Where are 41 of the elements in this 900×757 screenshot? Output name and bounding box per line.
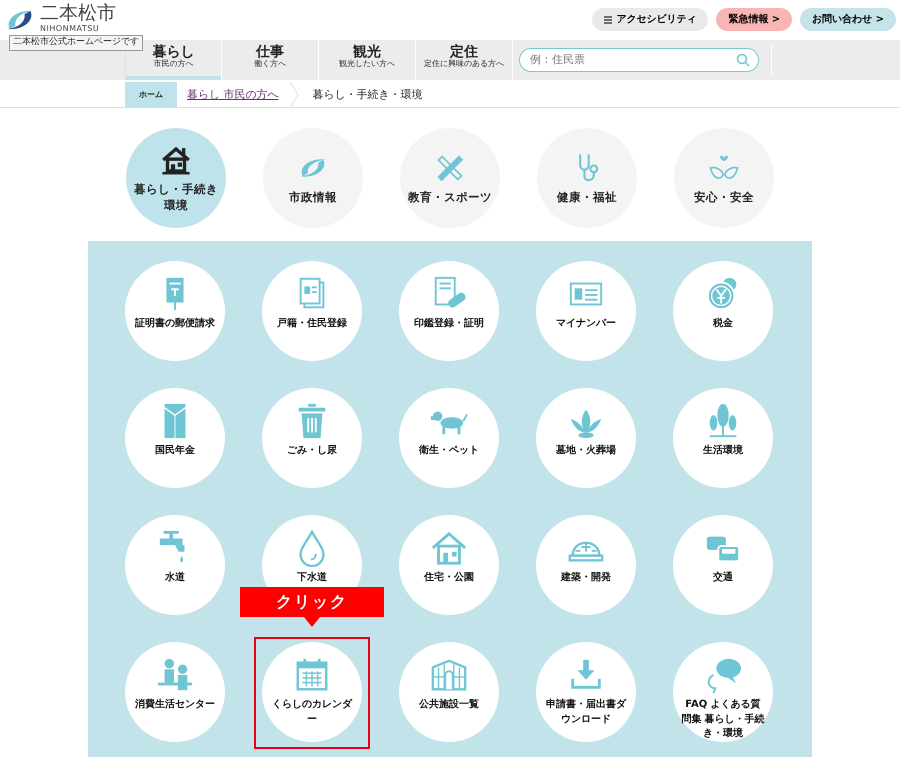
category-button[interactable]: 市政情報: [263, 128, 363, 228]
menu-tile[interactable]: 住宅・公園: [399, 515, 499, 615]
menu-tile[interactable]: ごみ・し尿: [262, 388, 362, 488]
nav-tab[interactable]: 仕事 働く方へ: [222, 40, 319, 80]
category-button[interactable]: 健康・福祉: [537, 128, 637, 228]
nav-tab[interactable]: 観光 観光したい方へ: [319, 40, 416, 80]
menu-tile[interactable]: 公共施設一覧: [399, 642, 499, 742]
menu-tile[interactable]: 印鑑登録・証明: [399, 261, 499, 361]
search-input[interactable]: 例：住民票: [528, 50, 728, 70]
house-icon: [430, 529, 468, 567]
emergency-button[interactable]: 緊急情報 >: [716, 8, 792, 31]
menu-tile[interactable]: FAQ よくある質問集 暮らし・手続き・環境: [673, 642, 773, 742]
menu-tile[interactable]: 生活環境: [673, 388, 773, 488]
logo-text: 二本松市: [40, 4, 116, 23]
logo-subtext: NIHONMATSU: [40, 23, 100, 35]
menu-tile[interactable]: マイナンバー: [536, 261, 636, 361]
category-button[interactable]: 安心・安全: [674, 128, 774, 228]
tooltip: 二本松市公式ホームページです: [9, 35, 143, 50]
nav-tab[interactable]: 定住 定住に興味のある方へ: [416, 40, 513, 80]
menu-tile[interactable]: 申請書・届出書ダウンロード: [536, 642, 636, 742]
menu-tile[interactable]: 建築・開発: [536, 515, 636, 615]
breadcrumb-home[interactable]: ホーム: [125, 82, 177, 108]
menu-tile[interactable]: 水道: [125, 515, 225, 615]
menu-tile[interactable]: 税金: [673, 261, 773, 361]
callout-pointer-tooltip: [304, 617, 320, 627]
search-icon: [736, 53, 750, 67]
menu-tile[interactable]: 墓地・火葬場: [536, 388, 636, 488]
contact-button[interactable]: お問い合わせ >: [800, 8, 896, 31]
menu-tile[interactable]: 衛生・ペット: [399, 388, 499, 488]
menu-tile[interactable]: 証明書の郵便請求: [125, 261, 225, 361]
menu-tile[interactable]: 消費生活センター: [125, 642, 225, 742]
category-button[interactable]: 暮らし・手続き環境: [126, 128, 226, 228]
menu-tile[interactable]: 国民年金: [125, 388, 225, 488]
search-box[interactable]: 例：住民票: [519, 48, 759, 72]
category-button[interactable]: 教育・スポーツ: [400, 128, 500, 228]
menu-tile[interactable]: 交通: [673, 515, 773, 615]
accessibility-button[interactable]: アクセシビリティ: [592, 8, 708, 31]
menu-icon: [604, 16, 612, 24]
menu-tile[interactable]: 戸籍・住民登録: [262, 261, 362, 361]
breadcrumb-current: 暮らし・手続き・環境: [312, 86, 422, 102]
breadcrumb-link[interactable]: 暮らし 市民の方へ: [177, 82, 288, 108]
